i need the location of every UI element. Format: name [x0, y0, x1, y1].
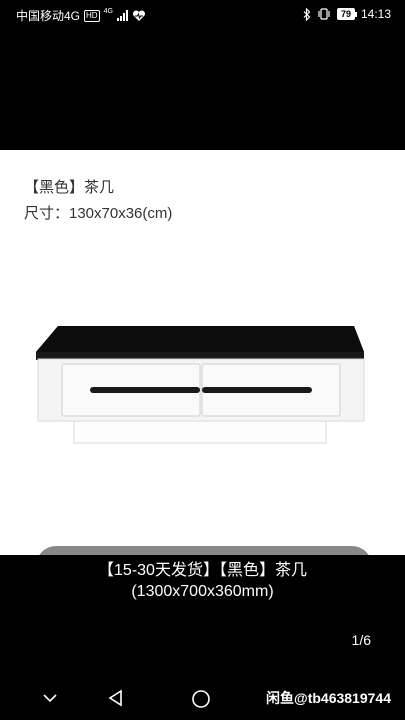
home-circle-icon[interactable]: [190, 688, 212, 710]
chevron-down-icon[interactable]: [40, 690, 60, 706]
clock: 14:13: [360, 7, 391, 21]
heart-monitor-icon: [132, 9, 145, 21]
battery-indicator: 79: [336, 8, 357, 20]
coffee-table-image: [36, 326, 365, 444]
product-image-card[interactable]: 【黑色】茶几 尺寸：130x70x36(cm): [0, 150, 405, 555]
signal-icon: [116, 10, 128, 21]
status-bar: 中国移动4G HD 4G 79 14:13: [0, 0, 405, 30]
bottom-button-shadow: [36, 546, 372, 555]
page-indicator: 1/6: [351, 632, 371, 648]
product-title: 【黑色】茶几: [24, 179, 115, 196]
product-size: 尺寸：130x70x36(cm): [24, 205, 173, 222]
back-triangle-icon[interactable]: [106, 688, 126, 708]
image-caption: 【15-30天发货】【黑色】茶几 (1300x700x360mm): [0, 560, 405, 602]
carrier-label: 中国移动4G: [16, 9, 81, 23]
caption-line-1: 【15-30天发货】【黑色】茶几: [98, 562, 307, 579]
hd-badge: HD: [84, 9, 100, 22]
network-label: 4G: [103, 7, 113, 15]
watermark-label: 闲鱼@tb463819744: [266, 690, 391, 706]
caption-line-2: (1300x700x360mm): [131, 583, 274, 600]
system-navbar: 闲鱼@tb463819744: [0, 678, 405, 720]
bluetooth-icon: [303, 7, 311, 21]
vibrate-icon: [318, 8, 330, 20]
